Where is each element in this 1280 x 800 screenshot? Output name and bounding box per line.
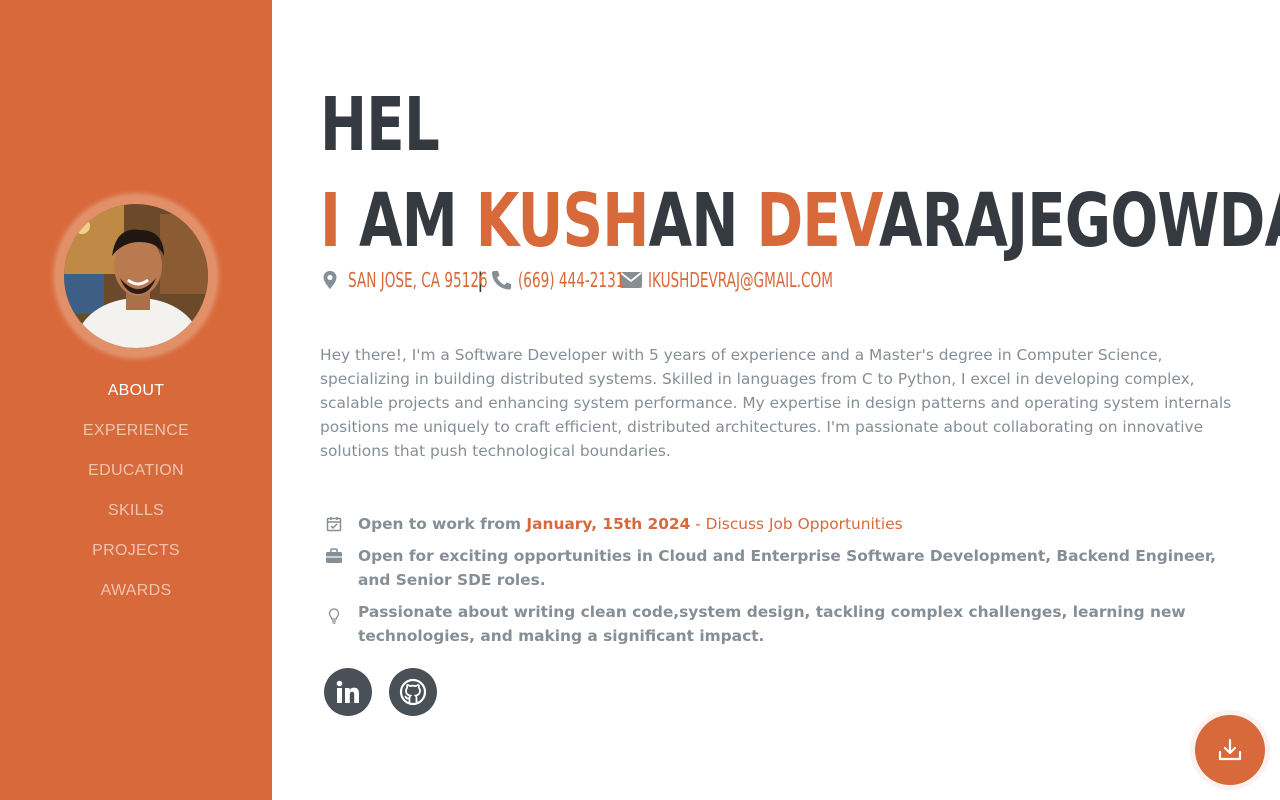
profile-photo — [64, 204, 208, 348]
headline-line-2: I AM KUSHAN DEVARAJEGOWDA — [320, 184, 1280, 258]
fact-open-to-work: Open to work from January, 15th 2024 - D… — [320, 512, 903, 536]
contact-phone[interactable]: (669) 444-2131 — [518, 268, 624, 292]
fact-roles: Open for exciting opportunities in Cloud… — [320, 544, 1235, 592]
lightbulb-icon — [320, 600, 348, 624]
headline-part: DEV — [756, 178, 880, 264]
contact-info: San Jose, CA 95126 | (669) 444-2131 ikus… — [320, 266, 833, 294]
headline-part: AM — [340, 178, 476, 264]
linkedin-button[interactable] — [324, 668, 372, 716]
download-resume-button[interactable] — [1195, 715, 1265, 785]
about-section: HEL I AM KUSHAN DEVARAJEGOWDA San Jose, … — [320, 0, 1280, 800]
calendar-check-icon — [320, 512, 348, 532]
headline-part: I — [320, 178, 341, 264]
headline-part: KUSH — [475, 178, 650, 264]
phone-icon — [490, 270, 511, 290]
download-icon — [1218, 738, 1242, 761]
briefcase-icon — [320, 544, 348, 564]
sidebar-nav: ABOUT EXPERIENCE EDUCATION SKILLS PROJEC… — [0, 371, 272, 611]
discuss-jobs-link[interactable]: - Discuss Job Opportunities — [690, 515, 902, 533]
linkedin-icon — [336, 680, 359, 703]
roles-text: Open for exciting opportunities in Cloud… — [358, 547, 1217, 589]
headline-part: ARAJEGOWDA — [879, 178, 1280, 264]
github-button[interactable] — [389, 668, 437, 716]
headline-line-1: HEL — [320, 82, 440, 168]
contact-address: San Jose, CA 95126 — [348, 268, 488, 292]
nav-item-projects[interactable]: PROJECTS — [0, 531, 272, 571]
map-marker-icon — [320, 270, 340, 290]
open-to-work-text: Open to work from — [358, 515, 527, 533]
nav-item-experience[interactable]: EXPERIENCE — [0, 411, 272, 451]
nav-item-awards[interactable]: AWARDS — [0, 571, 272, 611]
nav-item-about[interactable]: ABOUT — [0, 371, 272, 411]
fact-passion: Passionate about writing clean code,syst… — [320, 600, 1235, 648]
intro-paragraph: Hey there!, I'm a Software Developer wit… — [320, 346, 1232, 460]
passion-text: Passionate about writing clean code,syst… — [358, 603, 1186, 645]
contact-email[interactable]: ikushdevraj@gmail.com — [648, 268, 833, 292]
sidebar: ABOUT EXPERIENCE EDUCATION SKILLS PROJEC… — [0, 0, 272, 800]
nav-item-education[interactable]: EDUCATION — [0, 451, 272, 491]
nav-item-skills[interactable]: SKILLS — [0, 491, 272, 531]
headline-part: AN — [648, 178, 757, 264]
open-to-work-date: January, 15th 2024 — [526, 515, 691, 533]
github-icon — [399, 678, 427, 706]
profile-avatar — [56, 196, 216, 356]
